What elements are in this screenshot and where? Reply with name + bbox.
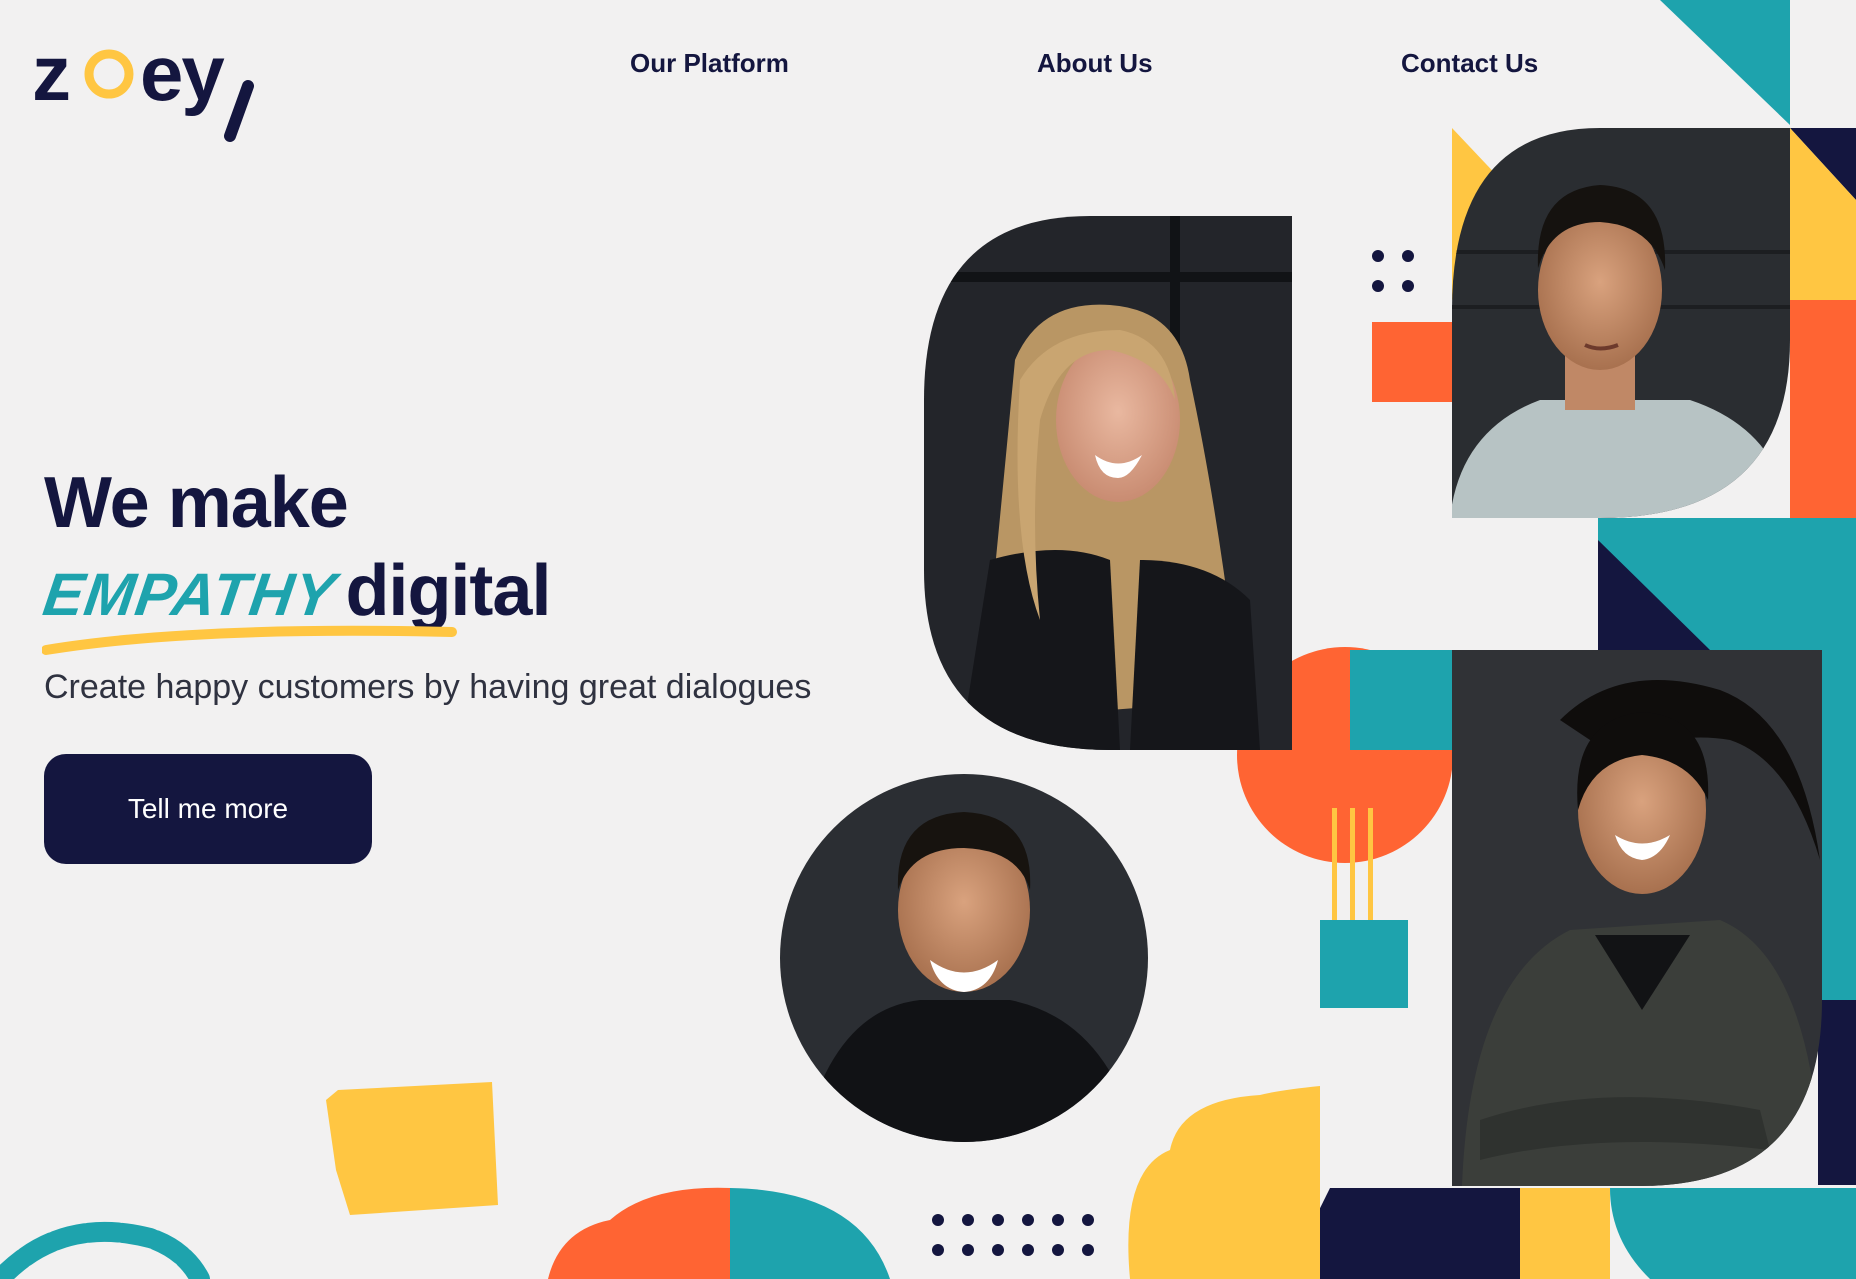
- nav-contact-us[interactable]: Contact Us: [1401, 48, 1538, 79]
- svg-text:z: z: [32, 29, 69, 117]
- portrait-man-grey-sweater: [1452, 128, 1790, 518]
- dots-top: [1372, 250, 1414, 292]
- dots-bottom: [932, 1214, 1094, 1256]
- portrait-woman-blonde: [924, 216, 1292, 750]
- hero-subtitle: Create happy customers by having great d…: [44, 668, 812, 706]
- zoey-logo[interactable]: z ey zoey: [32, 28, 272, 148]
- hero-emphasis-word: EMPATHY: [39, 561, 341, 628]
- portrait-woman-dark-blazer: [1452, 650, 1822, 1186]
- brush-underline: [42, 625, 457, 655]
- portrait-man-black-jacket: [780, 774, 1148, 1142]
- svg-text:ey: ey: [140, 29, 224, 117]
- hero-heading-digital: digital: [345, 551, 551, 631]
- nav-about-us[interactable]: About Us: [1037, 48, 1153, 79]
- tell-me-more-button[interactable]: Tell me more: [44, 754, 372, 864]
- zoey-logo-mark: z ey: [32, 29, 254, 142]
- nav-our-platform[interactable]: Our Platform: [630, 48, 789, 79]
- hero-heading-line1: We make: [44, 463, 349, 543]
